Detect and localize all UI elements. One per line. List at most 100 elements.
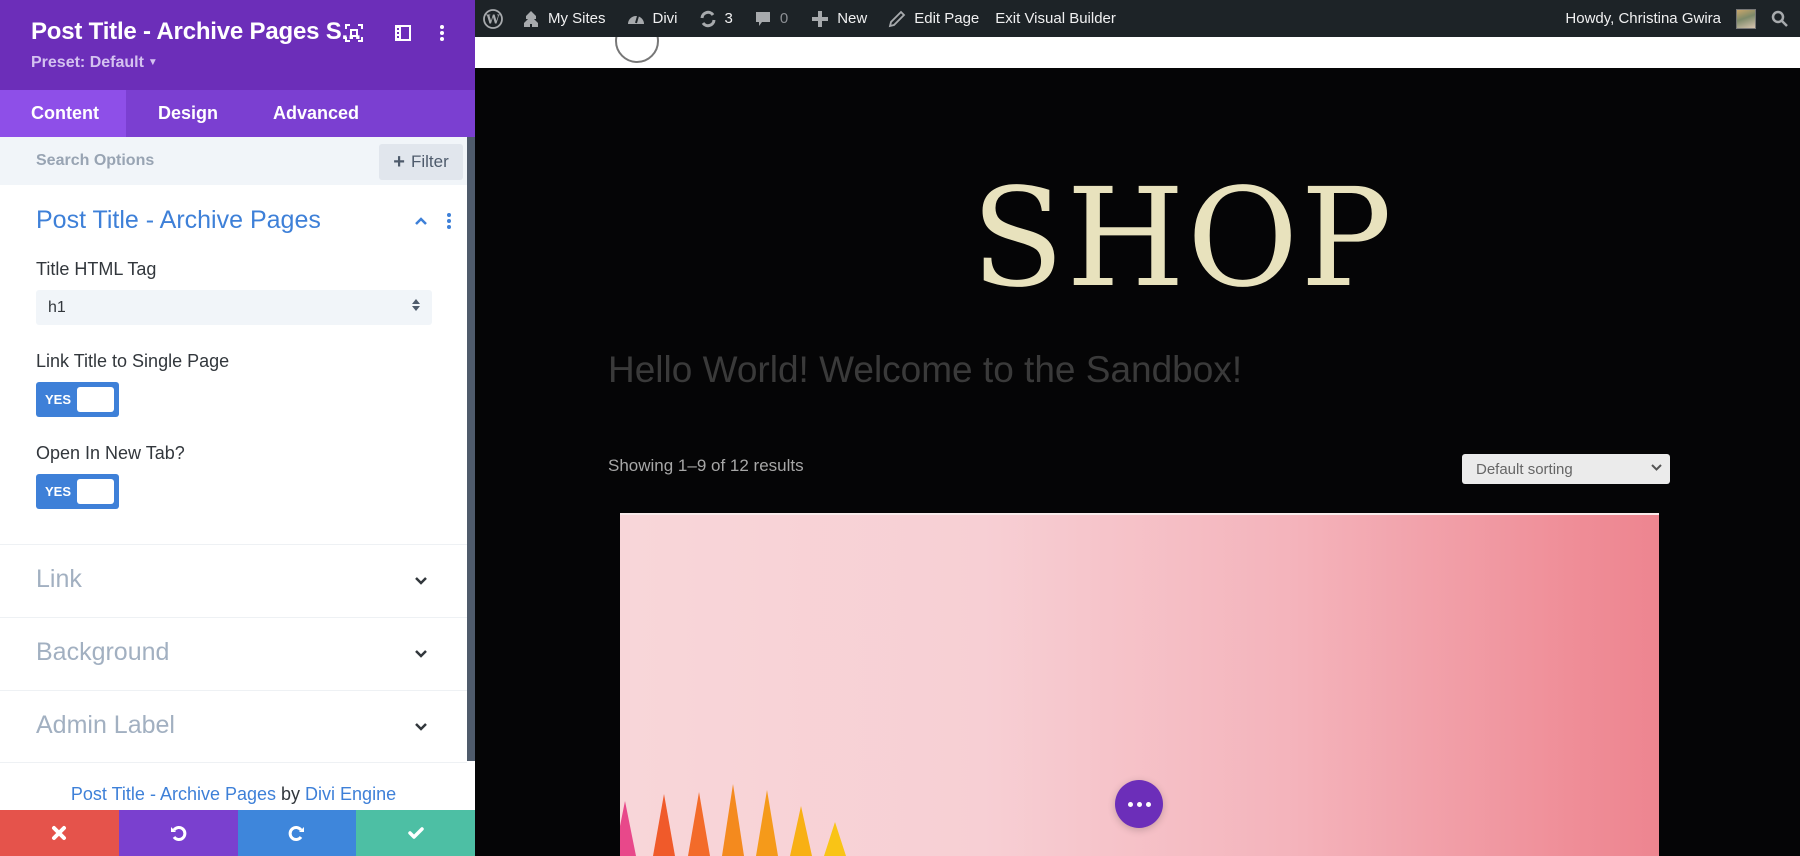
title-html-tag-label: Title HTML Tag	[36, 259, 157, 279]
exit-visual-builder-link[interactable]: Exit Visual Builder	[995, 0, 1116, 37]
my-sites-label: My Sites	[548, 10, 606, 27]
panel-header: Post Title - Archive Pages S... Preset: …	[0, 0, 475, 90]
new-label: New	[837, 10, 868, 27]
new-menu[interactable]: New	[810, 0, 867, 37]
discard-button[interactable]	[0, 810, 119, 856]
module-link[interactable]: Post Title - Archive Pages	[71, 784, 276, 804]
more-vertical-icon[interactable]	[431, 22, 453, 44]
check-icon	[407, 827, 424, 839]
toggle-knob	[77, 387, 114, 412]
account-menu[interactable]: Howdy, Christina Gwira	[1565, 0, 1756, 37]
pencil-decoration	[722, 784, 744, 856]
filter-button[interactable]: + Filter	[379, 144, 463, 180]
post-title[interactable]: Hello World! Welcome to the Sandbox!	[608, 349, 1242, 391]
panel-title: Post Title - Archive Pages S...	[31, 18, 361, 45]
section-admin-label-label: Admin Label	[36, 711, 175, 739]
page-canvas: SHOP Hello World! Welcome to the Sandbox…	[475, 68, 1800, 856]
updates-menu[interactable]: 3	[698, 0, 733, 37]
admin-bar-right: Howdy, Christina Gwira	[1565, 0, 1800, 37]
save-button[interactable]	[356, 810, 475, 856]
edit-page-label: Edit Page	[914, 10, 980, 27]
greeting: Howdy, Christina Gwira	[1565, 10, 1721, 27]
pencil-decoration	[620, 801, 636, 856]
pencil-decoration	[790, 806, 812, 856]
author-link[interactable]: Divi Engine	[305, 784, 396, 804]
link-title-label: Link Title to Single Page	[36, 351, 230, 371]
search-bar: + Filter	[0, 137, 467, 185]
preset-dropdown[interactable]: Preset: Default ▼	[31, 54, 158, 72]
plus-icon: +	[393, 151, 405, 173]
comments-menu[interactable]: 0	[753, 0, 788, 37]
chevron-down-icon	[415, 577, 427, 585]
tab-design[interactable]: Design	[126, 90, 244, 137]
toggle-yes-label: YES	[45, 392, 72, 407]
exit-visual-builder-label: Exit Visual Builder	[995, 10, 1116, 27]
sorting-value: Default sorting	[1476, 460, 1573, 478]
section-background-label: Background	[36, 638, 170, 666]
avatar	[1736, 8, 1756, 29]
preset-label: Preset: Default	[31, 54, 144, 71]
panel-scrollbar[interactable]	[467, 137, 475, 761]
my-sites-menu[interactable]: My Sites	[521, 0, 606, 37]
section-link[interactable]: Link	[0, 545, 467, 617]
wordpress-icon: W	[483, 8, 503, 29]
pencil-decoration	[756, 790, 778, 856]
pencil-decoration	[824, 822, 846, 856]
section-link-label: Link	[36, 565, 82, 593]
chevron-down-icon	[415, 723, 427, 731]
close-icon	[52, 826, 67, 840]
search-button[interactable]	[1770, 0, 1790, 37]
edit-page-link[interactable]: Edit Page	[887, 0, 979, 37]
site-header	[475, 37, 1800, 68]
updates-count: 3	[724, 10, 733, 27]
chevron-down-icon	[415, 650, 427, 658]
my-sites-icon	[524, 10, 538, 27]
builder-more-button[interactable]	[1115, 780, 1163, 828]
open-new-tab-toggle[interactable]: YES	[36, 474, 119, 509]
title-html-tag-value: h1	[48, 298, 66, 316]
chevron-up-icon[interactable]	[413, 213, 429, 229]
divi-menu[interactable]: Divi	[626, 0, 678, 37]
open-new-tab-label: Open In New Tab?	[36, 443, 185, 463]
section-title[interactable]: Post Title - Archive Pages	[36, 206, 321, 235]
toggle-yes-label: YES	[45, 484, 72, 499]
svg-text:W: W	[485, 12, 500, 26]
link-title-toggle[interactable]: YES	[36, 382, 119, 417]
section-background[interactable]: Background	[0, 618, 467, 690]
shop-title: SHOP	[971, 160, 1394, 318]
wordpress-logo[interactable]: W	[483, 0, 503, 37]
credit-by: by	[281, 784, 301, 804]
search-icon	[1771, 10, 1788, 27]
plus-icon	[812, 10, 829, 27]
pencil-decoration	[653, 794, 675, 856]
sorting-select[interactable]: Default sorting	[1462, 454, 1670, 484]
wp-admin-bar: W My Sites Divi 3 0 New Edit Page Exit V…	[475, 0, 1800, 37]
search-options-input[interactable]	[36, 149, 316, 173]
module-credit: Post Title - Archive Pages by Divi Engin…	[0, 784, 467, 805]
chevron-down-icon	[1651, 464, 1662, 471]
comments-icon	[755, 11, 770, 26]
updates-icon	[700, 10, 716, 27]
redo-icon	[288, 826, 304, 841]
dot-icon	[1136, 801, 1142, 807]
layout-icon[interactable]	[392, 22, 414, 44]
result-count: Showing 1–9 of 12 results	[608, 456, 804, 475]
tab-advanced[interactable]: Advanced	[244, 90, 359, 137]
undo-icon	[171, 826, 187, 841]
dashboard-icon	[627, 15, 644, 24]
focus-icon[interactable]	[343, 22, 365, 44]
divi-label: Divi	[652, 10, 678, 27]
divider	[0, 762, 467, 763]
title-html-tag-select[interactable]: h1	[36, 290, 432, 325]
comments-count: 0	[779, 10, 789, 27]
undo-button[interactable]	[118, 810, 238, 856]
redo-button[interactable]	[237, 810, 357, 856]
pencil-icon	[888, 10, 906, 27]
tab-content[interactable]: Content	[0, 90, 126, 137]
caret-down-icon: ▼	[147, 57, 158, 68]
section-more-icon[interactable]	[444, 211, 454, 231]
dot-icon	[1145, 801, 1151, 807]
filter-label: Filter	[410, 152, 449, 171]
section-admin-label[interactable]: Admin Label	[0, 691, 467, 763]
dot-icon	[1127, 801, 1133, 807]
